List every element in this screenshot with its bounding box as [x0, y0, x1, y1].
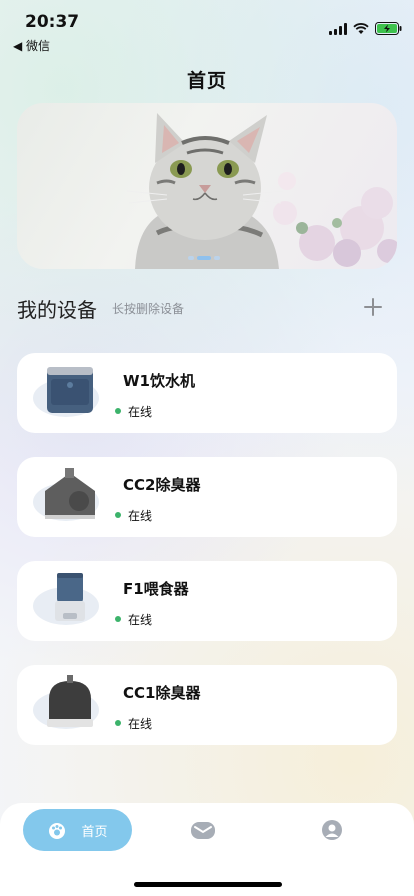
online-status-dot [115, 720, 121, 726]
long-press-hint: 长按删除设备 [112, 302, 185, 316]
online-status-dot [115, 616, 121, 622]
battery-charging-icon [375, 22, 402, 35]
carousel-dot [214, 256, 220, 260]
cat-photo [126, 113, 397, 269]
home-indicator [134, 882, 282, 887]
profile-icon[interactable] [321, 819, 343, 841]
message-icon[interactable] [190, 819, 216, 841]
online-status-dot [115, 512, 121, 518]
device-name: CC1除臭器 [123, 684, 201, 702]
back-to-wechat-link[interactable]: ◀ 微信 [13, 37, 50, 54]
device-card-f1-feeder[interactable]: F1喂食器 在线 [17, 561, 397, 641]
add-device-button[interactable] [362, 296, 384, 318]
page-title: 首页 [186, 70, 227, 92]
signal-icon [329, 22, 347, 35]
device-status: 在线 [128, 613, 153, 627]
device-card-cc2-deodorizer[interactable]: CC2除臭器 在线 [17, 457, 397, 537]
bottom-tab-bar: 首页 [0, 803, 414, 896]
tab-home-label: 首页 [81, 824, 108, 840]
water-fountain-image [47, 367, 93, 413]
device-status: 在线 [128, 717, 153, 731]
tab-home[interactable]: 首页 [23, 809, 132, 851]
home-paw-icon [49, 823, 66, 839]
device-name: F1喂食器 [123, 580, 189, 598]
device-card-w1-water-fountain[interactable]: W1饮水机 在线 [17, 353, 397, 433]
carousel-dot [188, 256, 194, 260]
my-devices-title: 我的设备 [17, 298, 97, 322]
feeder-image [55, 573, 85, 621]
status-bar: 20:37 ◀ 微信 [0, 0, 414, 54]
deodorizer-house-image [45, 468, 95, 519]
device-name: CC2除臭器 [123, 476, 201, 494]
online-status-dot [115, 408, 121, 414]
deodorizer-litter-box-image [47, 675, 93, 727]
device-status: 在线 [128, 509, 153, 523]
banner-carousel[interactable] [17, 103, 397, 269]
carousel-indicator [188, 256, 220, 260]
clock: 20:37 [25, 12, 80, 32]
device-status: 在线 [128, 405, 153, 419]
wifi-icon [353, 22, 369, 34]
device-card-cc1-deodorizer[interactable]: CC1除臭器 在线 [17, 665, 397, 745]
device-name: W1饮水机 [123, 372, 195, 390]
carousel-dot-active [197, 256, 211, 260]
